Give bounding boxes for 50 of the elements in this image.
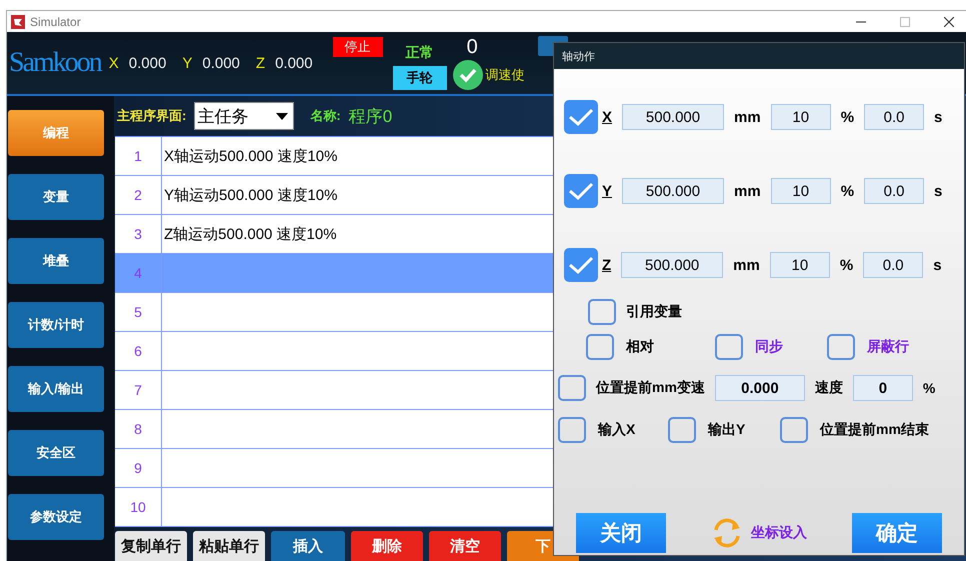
option-label: 引用变量 [626, 303, 682, 321]
axis-label: X [108, 54, 119, 72]
unit-label: % [922, 380, 936, 396]
window-title: Simulator [30, 14, 81, 28]
axis-value: 0.000 [128, 54, 166, 72]
unit-label: s [934, 108, 942, 126]
unit-label: % [840, 256, 854, 274]
instruction-cell-text: Z轴运动500.000 速度10% [163, 224, 337, 244]
speed-label: 速度 [814, 379, 843, 397]
axis-label: Y [602, 182, 612, 200]
axis-value: 0.000 [275, 54, 313, 72]
axis-value: 0.000 [202, 54, 240, 72]
instruction-cell-text: X轴运动500.000 速度10% [163, 146, 338, 166]
program-label: 主程序界面: [117, 107, 186, 125]
option-label: 屏蔽行 [866, 338, 909, 356]
axis-label: Y [182, 54, 192, 72]
unit-label: mm [734, 182, 761, 200]
line-number: 3 [115, 215, 162, 253]
line-number: 1 [115, 137, 162, 175]
line-number: 10 [115, 488, 162, 526]
unit-label: mm [734, 108, 761, 126]
unit-label: mm [733, 256, 760, 274]
line-number: 8 [115, 410, 162, 448]
line-number: 7 [115, 371, 162, 409]
counter-value: 0 [466, 36, 478, 58]
name-label: 名称: [310, 107, 341, 125]
option-label: 同步 [755, 338, 784, 356]
status-text: 正常 [406, 44, 434, 62]
line-number: 5 [115, 293, 162, 331]
option-label: 位置提前mm变速 [596, 379, 705, 397]
program-name: 程序0 [348, 106, 392, 128]
option-label: 位置提前mm结束 [820, 421, 929, 439]
line-number: 4 [115, 254, 162, 292]
option-label: 输入X [598, 421, 636, 439]
unit-label: s [934, 182, 942, 200]
option-label: 输出Y [708, 421, 746, 439]
axis-label: Z [602, 256, 612, 274]
instruction-cell-text: Y轴运动500.000 速度10% [163, 186, 338, 206]
unit-label: % [840, 108, 854, 126]
speed-label: 调速使 [486, 66, 525, 84]
unit-label: % [840, 182, 854, 200]
line-number: 9 [115, 449, 162, 487]
line-number: 2 [115, 176, 162, 214]
unit-label: s [933, 256, 942, 274]
logo: Samkoon [9, 46, 101, 80]
option-label: 相对 [626, 338, 654, 356]
axis-label: X [602, 108, 612, 126]
axis-label: Z [256, 54, 266, 72]
dialog-title: 轴动作 [562, 50, 595, 64]
line-number: 6 [115, 332, 162, 370]
